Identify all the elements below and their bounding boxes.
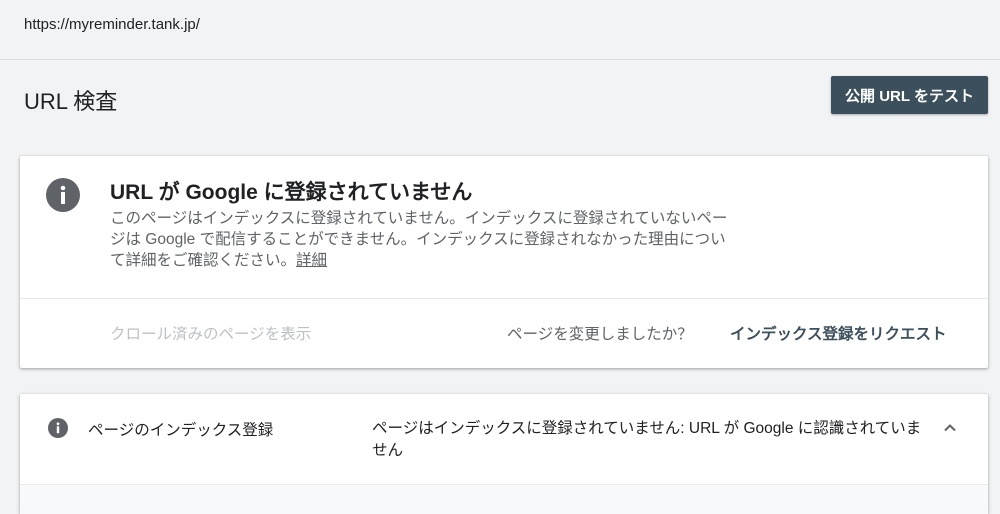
- description-text: このページはインデックスに登録されていません。インデックスに登録されていないペー…: [110, 210, 728, 269]
- details-link[interactable]: 詳細: [296, 252, 327, 269]
- index-status-description: このページはインデックスに登録されていません。インデックスに登録されていないペー…: [110, 208, 740, 271]
- url-bar: https://myreminder.tank.jp/: [0, 0, 1000, 60]
- view-crawled-page-link: クロール済みのページを表示: [110, 326, 312, 343]
- section-details-area: [20, 485, 988, 514]
- page-title: URL 検査: [24, 89, 118, 114]
- index-status-card: URL が Google に登録されていません このページはインデックスに登録さ…: [20, 156, 988, 368]
- request-indexing-button[interactable]: インデックス登録をリクエスト: [730, 322, 947, 344]
- page-indexing-section: ページのインデックス登録 ページはインデックスに登録されていません: URL が…: [20, 394, 988, 514]
- page-indexing-status: ページはインデックスに登録されていません: URL が Google に認識され…: [372, 420, 922, 459]
- inspected-url: https://myreminder.tank.jp/: [24, 16, 200, 33]
- page-indexing-label: ページのインデックス登録: [88, 422, 274, 439]
- page-changed-question: ページを変更しましたか？: [507, 326, 693, 343]
- info-icon: [48, 418, 68, 438]
- card-divider: [20, 298, 988, 299]
- chevron-up-icon[interactable]: [940, 418, 960, 438]
- index-status-heading: URL が Google に登録されていません: [110, 181, 473, 204]
- info-icon: [46, 178, 80, 212]
- test-live-url-button[interactable]: 公開 URL をテスト: [831, 76, 988, 114]
